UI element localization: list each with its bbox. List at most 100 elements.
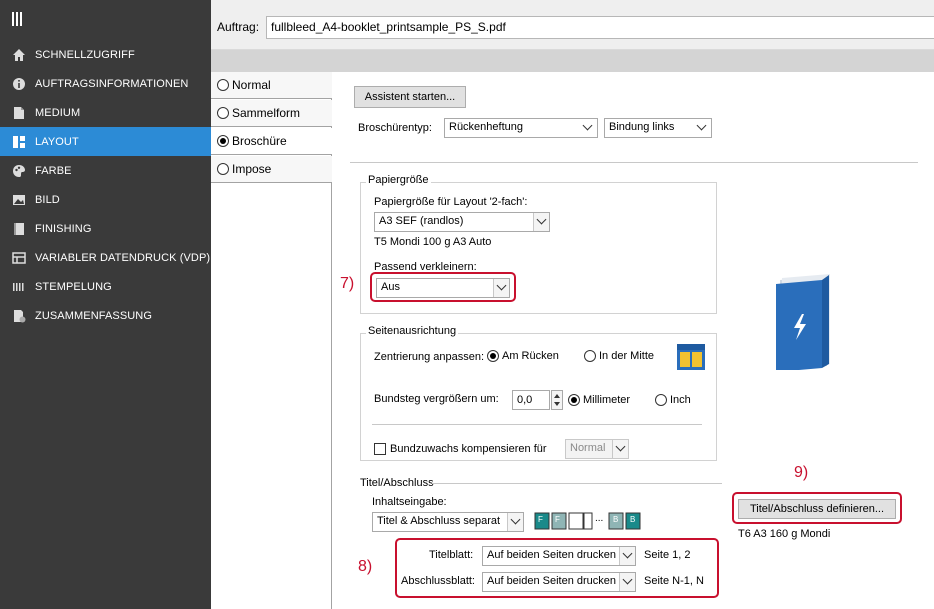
cover-media-info: T6 A3 160 g Mondi — [738, 528, 831, 540]
content-input-select[interactable]: Titel & Abschluss separat — [372, 512, 524, 532]
orientation-title: Seitenausrichtung — [366, 325, 459, 337]
sidebar-item-label: VARIABLER DATENDRUCK (VDP) — [35, 251, 211, 264]
page-letter: B — [613, 515, 619, 524]
sidebar-item-label: STEMPELUNG — [35, 280, 112, 293]
sidebar-item-medium[interactable]: MEDIUM — [0, 98, 211, 127]
unit-option-inch[interactable]: Inch — [655, 394, 691, 406]
binding-select[interactable]: Bindung links — [604, 118, 712, 138]
center-option-label: In der Mitte — [599, 350, 655, 362]
page-letter: F — [538, 515, 543, 524]
page-letter: F — [555, 515, 560, 524]
tab-broschuere[interactable]: Broschüre — [211, 128, 333, 155]
sidebar: SCHNELLZUGRIFF AUFTRAGSINFORMATIONEN MED… — [0, 0, 211, 609]
sidebar-item-schnellzugriff[interactable]: SCHNELLZUGRIFF — [0, 40, 211, 69]
chevron-down-icon — [612, 440, 628, 458]
stepper-arrows-icon — [554, 394, 560, 406]
tab-normal[interactable]: Normal — [211, 72, 332, 99]
menu-toggle-icon[interactable] — [10, 10, 30, 30]
sidebar-item-label: BILD — [35, 193, 60, 206]
booklet-type-select[interactable]: Rückenheftung — [444, 118, 598, 138]
front-sheet-select[interactable]: Auf beiden Seiten drucken — [482, 546, 636, 566]
chevron-down-icon — [507, 513, 523, 531]
tab-label: Normal — [232, 78, 271, 92]
creep-select[interactable]: Normal — [565, 439, 629, 459]
paper-size-title: Papiergröße — [366, 174, 431, 186]
summary-icon — [14, 309, 26, 322]
radio-icon — [217, 163, 229, 175]
content-input-value: Titel & Abschluss separat — [377, 515, 501, 527]
annotation-label-8: 8) — [358, 558, 373, 575]
unit-option-label: Millimeter — [583, 394, 631, 406]
image-icon — [13, 194, 25, 205]
sidebar-item-layout[interactable]: LAYOUT — [0, 127, 211, 156]
chevron-down-icon — [619, 573, 635, 591]
gutter-input[interactable]: 0,0 — [512, 390, 550, 410]
cover-pages-preview: F F ... B B — [534, 512, 644, 530]
sidebar-item-bild[interactable]: BILD — [0, 185, 211, 214]
paper-size-select[interactable]: A3 SEF (randlos) — [374, 212, 550, 232]
center-option-label: Am Rücken — [502, 350, 559, 362]
sidebar-item-label: AUFTRAGSINFORMATIONEN — [35, 77, 189, 90]
centering-preview-icon — [677, 344, 705, 370]
page-letter: B — [630, 515, 636, 524]
info-icon — [13, 77, 25, 90]
chevron-down-icon — [533, 213, 549, 231]
tab-sammelform[interactable]: Sammelform — [211, 100, 332, 127]
cover-title: Titel/Abschluss — [360, 477, 434, 489]
booklet-type-value: Rückenheftung — [449, 121, 523, 133]
start-wizard-button[interactable]: Assistent starten... — [354, 86, 466, 108]
tab-impose[interactable]: Impose — [211, 156, 332, 183]
tab-label: Sammelform — [232, 106, 301, 120]
cover-divider — [432, 483, 722, 484]
sidebar-item-zusammenfassung[interactable]: ZUSAMMENFASSUNG — [0, 301, 211, 330]
paper-size-value: A3 SEF (randlos) — [379, 215, 464, 227]
gutter-label: Bundsteg vergrößern um: — [374, 393, 499, 405]
job-label: Auftrag: — [217, 20, 260, 34]
unit-option-label: Inch — [670, 394, 691, 406]
chevron-down-icon — [619, 547, 635, 565]
back-sheet-pages: Seite N-1, N — [644, 575, 704, 587]
gutter-stepper[interactable] — [551, 390, 563, 410]
back-sheet-select[interactable]: Auf beiden Seiten drucken — [482, 572, 636, 592]
center-option-spine[interactable]: Am Rücken — [487, 350, 559, 362]
header-divider — [211, 50, 934, 72]
sidebar-item-stempelung[interactable]: STEMPELUNG — [0, 272, 211, 301]
radio-icon — [217, 79, 229, 91]
booklet-type-label: Broschürentyp: — [358, 122, 432, 134]
sidebar-item-label: ZUSAMMENFASSUNG — [35, 309, 153, 322]
sidebar-item-auftragsinformationen[interactable]: AUFTRAGSINFORMATIONEN — [0, 69, 211, 98]
chevron-down-icon — [582, 120, 593, 131]
sidebar-item-label: FINISHING — [35, 222, 92, 235]
front-sheet-value: Auf beiden Seiten drucken — [487, 549, 617, 561]
chevron-down-icon — [696, 120, 707, 131]
paper-size-label: Papiergröße für Layout '2-fach': — [374, 196, 528, 208]
tab-label: Impose — [232, 162, 272, 176]
sidebar-item-vdp[interactable]: VARIABLER DATENDRUCK (VDP) — [0, 243, 211, 272]
radio-icon — [217, 107, 229, 119]
content-input-label: Inhaltseingabe: — [372, 496, 447, 508]
finishing-icon — [14, 222, 24, 235]
radio-selected-icon — [487, 350, 499, 362]
annotation-label-9: 9) — [794, 464, 809, 481]
sidebar-item-farbe[interactable]: FARBE — [0, 156, 211, 185]
creep-label: Bundzuwachs kompensieren für — [390, 443, 547, 455]
highlight-box-7 — [370, 272, 516, 302]
job-bar: Auftrag: fullbleed_A4-booklet_printsampl… — [211, 0, 934, 50]
unit-option-millimeter[interactable]: Millimeter — [568, 394, 630, 406]
page-sequence-icon — [534, 512, 641, 530]
back-sheet-label: Abschlussblatt: — [401, 575, 475, 587]
sidebar-item-finishing[interactable]: FINISHING — [0, 214, 211, 243]
sidebar-item-label: SCHNELLZUGRIFF — [35, 48, 135, 61]
section-divider — [350, 162, 918, 163]
job-filename-field: fullbleed_A4-booklet_printsample_PS_S.pd… — [266, 16, 934, 39]
creep-checkbox[interactable] — [374, 443, 386, 455]
layout-icon — [13, 135, 25, 148]
sidebar-item-label: LAYOUT — [35, 135, 79, 148]
group-divider — [372, 424, 702, 425]
sidebar-item-label: FARBE — [35, 164, 72, 177]
palette-icon — [13, 164, 25, 177]
vdp-icon — [12, 251, 26, 264]
paper-icon — [14, 106, 24, 119]
paper-media-info: T5 Mondi 100 g A3 Auto — [374, 236, 492, 248]
center-option-middle[interactable]: In der Mitte — [584, 350, 654, 362]
